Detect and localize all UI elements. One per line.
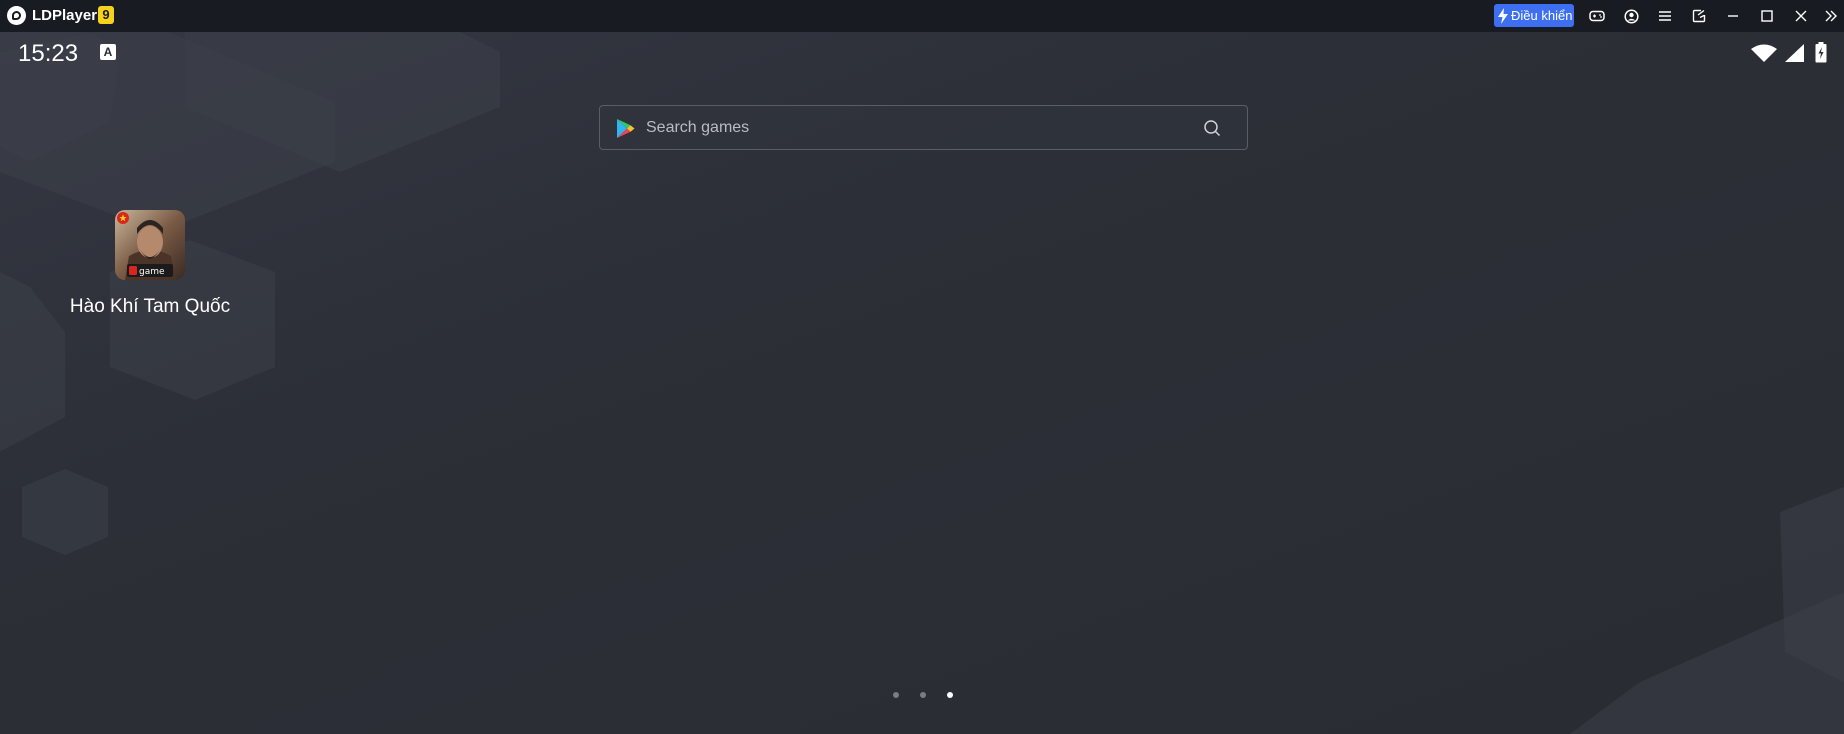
search-games-bar[interactable]: Search games: [599, 105, 1248, 150]
menu-icon[interactable]: [1654, 6, 1676, 26]
close-icon[interactable]: [1790, 6, 1812, 26]
page-dot[interactable]: [893, 692, 899, 698]
app-name: LDPlayer: [32, 7, 98, 24]
android-home-screen: 15:23 A Search games game Hào Khí Tam Qu…: [0, 32, 1844, 734]
search-icon[interactable]: [1203, 119, 1221, 137]
version-badge: 9: [98, 6, 114, 24]
title-bar: LDPlayer 9 Điều khiển: [0, 0, 1844, 32]
minimize-icon[interactable]: [1722, 6, 1744, 26]
hao-khi-tam-quoc-icon[interactable]: game: [115, 210, 185, 280]
account-icon[interactable]: [1620, 6, 1642, 26]
battery-charging-icon: [1815, 42, 1827, 63]
expand-sidebar-icon[interactable]: [1820, 6, 1842, 26]
signal-icon: [1785, 44, 1804, 62]
control-button[interactable]: Điều khiển: [1494, 4, 1574, 27]
wifi-icon: [1751, 44, 1777, 62]
status-icons: [1750, 42, 1840, 64]
svg-text:game: game: [139, 267, 165, 277]
control-button-label: Điều khiển: [1511, 8, 1573, 23]
page-dot-active[interactable]: [947, 692, 953, 698]
app-label[interactable]: Hào Khí Tam Quốc: [60, 296, 240, 318]
google-play-icon: [617, 119, 635, 138]
maximize-icon[interactable]: [1756, 6, 1778, 26]
screen-capture-icon[interactable]: [1688, 6, 1710, 26]
page-indicator: [893, 692, 953, 700]
notification-a-icon: A: [100, 44, 116, 60]
status-time: 15:23: [18, 40, 79, 67]
lightning-icon: [1498, 7, 1508, 24]
search-placeholder: Search games: [646, 119, 750, 136]
page-dot[interactable]: [920, 692, 926, 698]
gamepad-icon[interactable]: [1586, 6, 1608, 26]
ldplayer-logo-icon: [7, 6, 26, 25]
